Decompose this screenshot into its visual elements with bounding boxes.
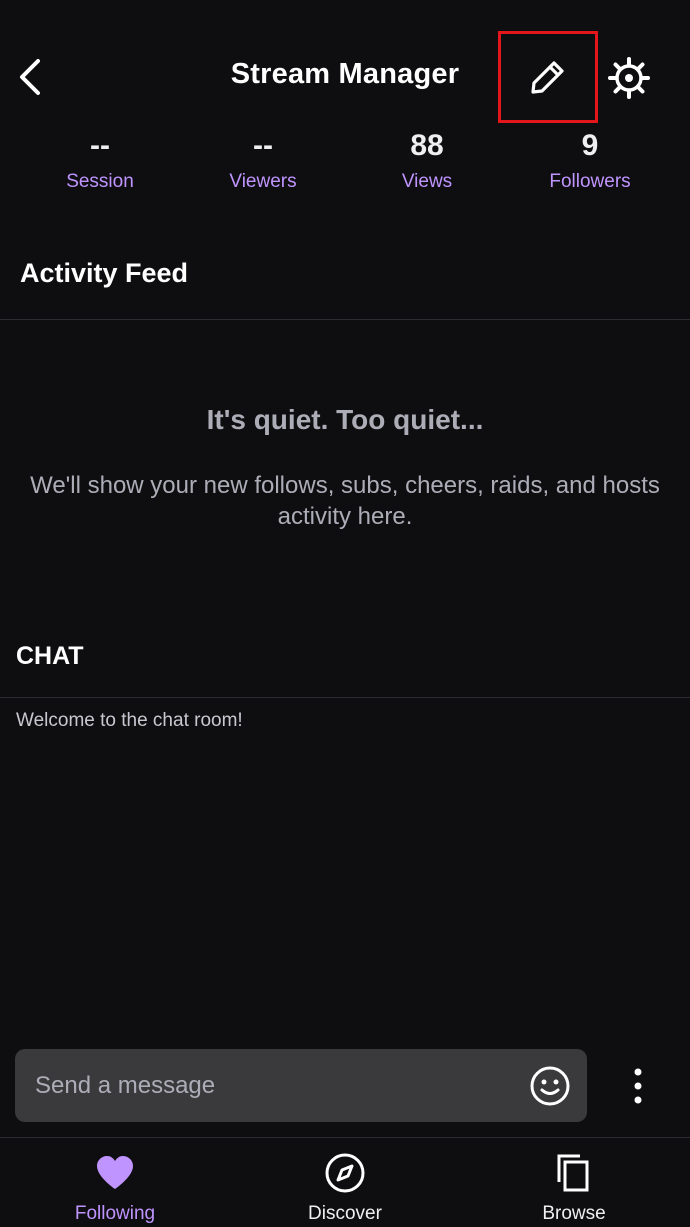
- stat-label: Views: [401, 171, 453, 192]
- stat-label: Followers: [549, 171, 631, 192]
- heart-icon: [92, 1150, 138, 1196]
- header: Stream Manager: [0, 0, 690, 130]
- nav-label: Discover: [308, 1203, 382, 1224]
- vertical-dots-icon: [634, 1068, 642, 1104]
- stat-viewers: -- Viewers: [183, 125, 343, 193]
- stat-session: -- Session: [20, 125, 180, 193]
- stream-stats: -- Session -- Viewers 88 Views 9 Followe…: [0, 125, 690, 205]
- stat-value: --: [253, 129, 273, 162]
- divider: [0, 319, 690, 320]
- message-input[interactable]: [35, 1049, 515, 1122]
- divider: [0, 697, 690, 698]
- stat-value: --: [90, 129, 110, 162]
- more-options-button[interactable]: [618, 1062, 658, 1110]
- compass-icon: [322, 1150, 368, 1196]
- stat-value: 9: [581, 129, 599, 162]
- smiley-icon: [530, 1066, 570, 1106]
- chat-title: CHAT: [16, 642, 84, 670]
- nav-item-following[interactable]: Following: [40, 1138, 190, 1227]
- nav-item-discover[interactable]: Discover: [270, 1138, 420, 1227]
- stat-value: 88: [410, 129, 444, 162]
- chat-welcome-message: Welcome to the chat room!: [16, 710, 243, 731]
- pencil-icon: [531, 61, 564, 94]
- nav-item-browse[interactable]: Browse: [499, 1138, 649, 1227]
- stat-views: 88 Views: [347, 125, 507, 193]
- gear-icon: [608, 57, 650, 99]
- browse-icon: [551, 1150, 597, 1196]
- nav-label: Browse: [542, 1203, 606, 1224]
- stat-followers: 9 Followers: [510, 125, 670, 193]
- activity-feed-title: Activity Feed: [20, 258, 189, 288]
- nav-label: Following: [74, 1203, 156, 1224]
- emote-button[interactable]: [527, 1063, 573, 1109]
- message-box: [15, 1049, 587, 1122]
- edit-button[interactable]: [498, 31, 598, 123]
- activity-empty-description: We'll show your new follows, subs, cheer…: [30, 472, 660, 530]
- activity-empty-title: It's quiet. Too quiet...: [206, 404, 484, 435]
- stream-manager-screen: Stream Manager -- Session -- Viewers 88 …: [0, 0, 690, 1227]
- bottom-navigation: Following Discover Browse: [0, 1137, 690, 1227]
- settings-button[interactable]: [603, 52, 655, 104]
- stat-label: Session: [66, 171, 134, 192]
- stat-label: Viewers: [229, 171, 297, 192]
